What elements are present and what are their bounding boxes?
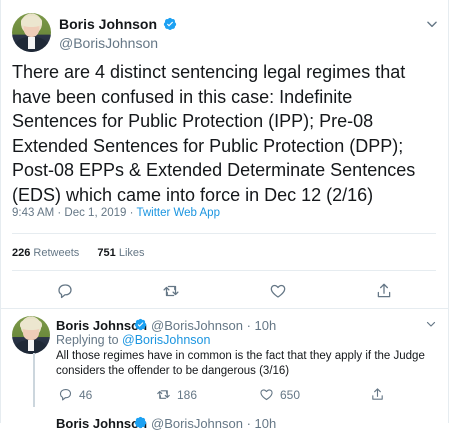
tweet-timestamp: 9:43 AM · Dec 1, 2019 · Twitter Web App [12,207,220,219]
retweets-label: Retweets [33,247,80,259]
likes-stat[interactable]: 751 Likes [97,247,144,259]
likes-label: Likes [118,247,145,259]
engagement-counts: 226 Retweets 751 Likes [12,247,145,259]
reply-icon [59,388,72,401]
avatar[interactable] [12,316,50,354]
retweet-button[interactable] [162,282,180,300]
retweet-icon [157,390,170,399]
verified-badge-icon [134,318,147,331]
reply-button[interactable]: 46 [58,387,92,402]
retweet-button[interactable]: 186 [156,387,197,402]
tweet-time[interactable]: 9:43 AM · Dec 1, 2019 · [12,207,136,219]
tweet-text: There are 4 distinct sentencing legal re… [12,62,416,205]
like-button[interactable]: 650 [259,387,300,402]
author-name[interactable]: Boris Johnson [59,16,157,32]
column-border-left [0,0,1,423]
like-count: 650 [280,387,301,402]
likes-count: 751 [97,247,116,259]
reply-count: 46 [79,387,93,402]
replying-to-label: Replying to [56,333,123,347]
tweet-source-link[interactable]: Twitter Web App [136,207,220,219]
reply-author-handle[interactable]: @BorisJohnson · 10h [151,318,276,333]
thread-connector [33,353,35,407]
retweet-icon [163,285,179,297]
column-border-right [448,0,449,423]
chevron-down-icon[interactable] [425,17,439,31]
like-button[interactable] [269,282,287,300]
next-author-handle[interactable]: @BorisJohnson · 10h [151,416,276,431]
replying-to: Replying to @BorisJohnson [56,333,210,347]
divider [0,308,449,309]
heart-icon [270,284,286,298]
tweet-thread: Boris Johnson @BorisJohnson There are 4 … [0,0,453,431]
retweet-count: 186 [177,387,198,402]
avatar[interactable] [12,13,51,52]
author-handle[interactable]: @BorisJohnson [59,35,158,51]
share-button[interactable] [375,282,393,300]
reply-button[interactable] [56,282,74,300]
reply-text: All those regimes have in common is the … [56,350,425,377]
verified-badge-icon [163,17,177,31]
retweets-stat[interactable]: 226 Retweets [12,247,79,259]
heart-icon [260,389,273,401]
reply-icon [58,284,72,299]
divider [12,270,436,271]
divider [12,233,436,234]
chevron-down-icon[interactable] [425,318,437,330]
share-icon [372,388,383,400]
replying-to-handle[interactable]: @BorisJohnson [122,333,210,347]
share-icon [377,283,391,298]
retweets-count: 226 [12,247,31,259]
share-button[interactable] [370,387,391,402]
